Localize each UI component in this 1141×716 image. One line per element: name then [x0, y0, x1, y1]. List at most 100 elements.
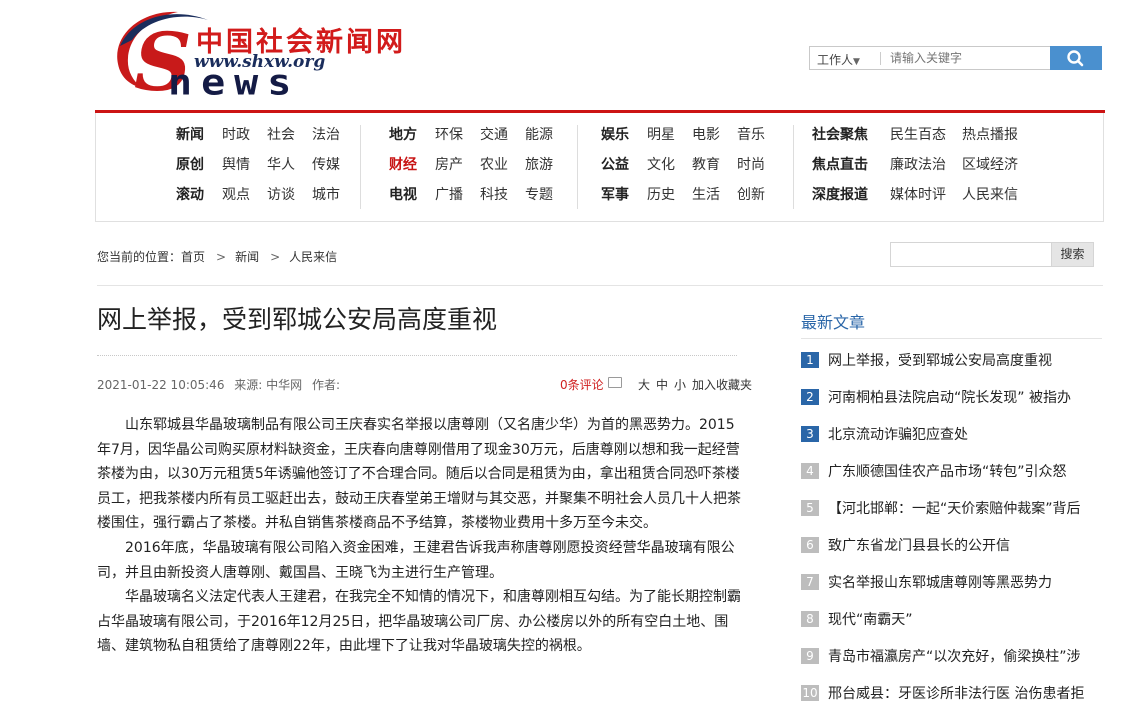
- nav-link[interactable]: 专题: [525, 185, 553, 205]
- nav-link[interactable]: 明星: [647, 125, 675, 145]
- latest-article-item[interactable]: 5 【河北邯郸：一起“天价索赔仲裁案”背后: [801, 494, 1104, 531]
- nav-link[interactable]: 农业: [480, 155, 508, 175]
- latest-article-link[interactable]: 北京流动诈骗犯应查处: [828, 424, 1104, 444]
- latest-article-link[interactable]: 广东顺德国佳农产品市场“转包”引众怒: [828, 461, 1104, 481]
- nav-category[interactable]: 地方: [389, 125, 417, 145]
- font-large-button[interactable]: 大: [638, 378, 650, 392]
- article-source: 来源: 中华网: [234, 378, 303, 392]
- nav-divider: [577, 125, 578, 209]
- latest-article-item[interactable]: 10 邢台威县：牙医诊所非法行医 治伤患者拒: [801, 679, 1104, 716]
- nav-category[interactable]: 娱乐: [601, 125, 629, 145]
- nav-link[interactable]: 教育: [692, 155, 720, 175]
- rank-badge: 9: [801, 648, 819, 664]
- nav-category[interactable]: 军事: [601, 185, 629, 205]
- comment-link[interactable]: 0条评论: [560, 376, 604, 393]
- search-scope-dropdown[interactable]: 工作人▼: [817, 51, 860, 68]
- latest-article-link[interactable]: 河南桐柏县法院启动“院长发现” 被指办: [828, 387, 1104, 407]
- title-divider: [97, 355, 737, 356]
- comment-icon[interactable]: [608, 377, 622, 388]
- latest-article-item[interactable]: 1 网上举报，受到郓城公安局高度重视: [801, 346, 1104, 383]
- latest-article-item[interactable]: 7 实名举报山东郓城唐尊刚等黑恶势力: [801, 568, 1104, 605]
- nav-link[interactable]: 访谈: [267, 185, 295, 205]
- rank-badge: 2: [801, 389, 819, 405]
- nav-category[interactable]: 原创: [176, 155, 204, 175]
- nav-link[interactable]: 人民来信: [962, 185, 1018, 205]
- article-date: 2021-01-22 10:05:46: [97, 378, 225, 392]
- nav-link[interactable]: 法治: [312, 125, 340, 145]
- latest-divider: [801, 338, 1102, 339]
- nav-link[interactable]: 科技: [480, 185, 508, 205]
- latest-article-link[interactable]: 现代“南霸天”: [828, 609, 1104, 629]
- nav-link[interactable]: 廉政法治: [890, 155, 946, 175]
- nav-link[interactable]: 电影: [692, 125, 720, 145]
- nav-link[interactable]: 文化: [647, 155, 675, 175]
- bookmark-link[interactable]: 加入收藏夹: [692, 378, 752, 392]
- nav-link[interactable]: 舆情: [222, 155, 250, 175]
- latest-article-item[interactable]: 3 北京流动诈骗犯应查处: [801, 420, 1104, 457]
- article-paragraph: 山东郓城县华晶玻璃制品有限公司王庆春实名举报以唐尊刚（又名唐少华）为首的黑恶势力…: [97, 417, 741, 532]
- nav-link[interactable]: 民生百态: [890, 125, 946, 145]
- nav-link[interactable]: 华人: [267, 155, 295, 175]
- side-search-input[interactable]: [890, 242, 1052, 267]
- rank-badge: 4: [801, 463, 819, 479]
- search-icon: [1067, 50, 1084, 67]
- rank-badge: 6: [801, 537, 819, 553]
- latest-article-item[interactable]: 2 河南桐柏县法院启动“院长发现” 被指办: [801, 383, 1104, 420]
- search-divider: [880, 52, 881, 65]
- font-small-button[interactable]: 小: [674, 378, 686, 392]
- nav-link[interactable]: 热点播报: [962, 125, 1018, 145]
- nav-link[interactable]: 生活: [692, 185, 720, 205]
- search-button[interactable]: [1050, 46, 1102, 70]
- breadcrumb-home[interactable]: 首页: [181, 250, 205, 264]
- rank-badge: 7: [801, 574, 819, 590]
- latest-article-link[interactable]: 致广东省龙门县县长的公开信: [828, 535, 1104, 555]
- nav-link[interactable]: 广播: [435, 185, 463, 205]
- side-search-button[interactable]: 搜索: [1051, 242, 1094, 267]
- nav-link[interactable]: 观点: [222, 185, 250, 205]
- search-scope-label: 工作人: [817, 53, 854, 67]
- nav-link[interactable]: 环保: [435, 125, 463, 145]
- nav-category[interactable]: 电视: [389, 185, 417, 205]
- chevron-down-icon: ▼: [853, 57, 860, 67]
- latest-article-item[interactable]: 8 现代“南霸天”: [801, 605, 1104, 642]
- nav-category[interactable]: 新闻: [176, 125, 204, 145]
- nav-link[interactable]: 交通: [480, 125, 508, 145]
- latest-article-item[interactable]: 6 致广东省龙门县县长的公开信: [801, 531, 1104, 568]
- latest-article-link[interactable]: 邢台威县：牙医诊所非法行医 治伤患者拒: [828, 683, 1104, 703]
- nav-link[interactable]: 历史: [647, 185, 675, 205]
- nav-link[interactable]: 音乐: [737, 125, 765, 145]
- top-search-box: 工作人▼: [809, 46, 1102, 70]
- nav-link[interactable]: 时政: [222, 125, 250, 145]
- nav-link[interactable]: 媒体时评: [890, 185, 946, 205]
- breadcrumb-news[interactable]: 新闻: [235, 250, 259, 264]
- nav-link[interactable]: 能源: [525, 125, 553, 145]
- latest-article-link[interactable]: 【河北邯郸：一起“天价索赔仲裁案”背后: [828, 498, 1104, 518]
- latest-article-link[interactable]: 青岛市福瀛房产“以次充好，偷梁换柱”涉: [828, 646, 1104, 666]
- breadcrumb-letters[interactable]: 人民来信: [289, 250, 337, 264]
- nav-category[interactable]: 社会聚焦: [812, 125, 868, 145]
- nav-link[interactable]: 时尚: [737, 155, 765, 175]
- nav-link[interactable]: 传媒: [312, 155, 340, 175]
- nav-link[interactable]: 社会: [267, 125, 295, 145]
- nav-link[interactable]: 城市: [312, 185, 340, 205]
- nav-category[interactable]: 深度报道: [812, 185, 868, 205]
- nav-link[interactable]: 创新: [737, 185, 765, 205]
- rank-badge: 8: [801, 611, 819, 627]
- nav-category[interactable]: 焦点直击: [812, 155, 868, 175]
- latest-article-link[interactable]: 实名举报山东郓城唐尊刚等黑恶势力: [828, 572, 1104, 592]
- nav-category[interactable]: 公益: [601, 155, 629, 175]
- latest-article-link[interactable]: 网上举报，受到郓城公安局高度重视: [828, 350, 1104, 370]
- nav-link[interactable]: 房产: [435, 155, 463, 175]
- site-logo[interactable]: S 中国社会新闻网 www.shxw.org news: [112, 6, 403, 103]
- nav-link[interactable]: 旅游: [525, 155, 553, 175]
- font-medium-button[interactable]: 中: [656, 378, 668, 392]
- breadcrumb-separator: >: [216, 250, 227, 264]
- latest-article-item[interactable]: 9 青岛市福瀛房产“以次充好，偷梁换柱”涉: [801, 642, 1104, 679]
- nav-link[interactable]: 区域经济: [962, 155, 1018, 175]
- article-paragraph: 华晶玻璃名义法定代表人王建君，在我完全不知情的情况下，和唐尊刚相互勾结。为了能长…: [97, 589, 741, 655]
- search-input[interactable]: [882, 49, 1050, 67]
- rank-badge: 3: [801, 426, 819, 442]
- nav-category[interactable]: 滚动: [176, 185, 204, 205]
- nav-category[interactable]: 财经: [389, 155, 417, 175]
- latest-article-item[interactable]: 4 广东顺德国佳农产品市场“转包”引众怒: [801, 457, 1104, 494]
